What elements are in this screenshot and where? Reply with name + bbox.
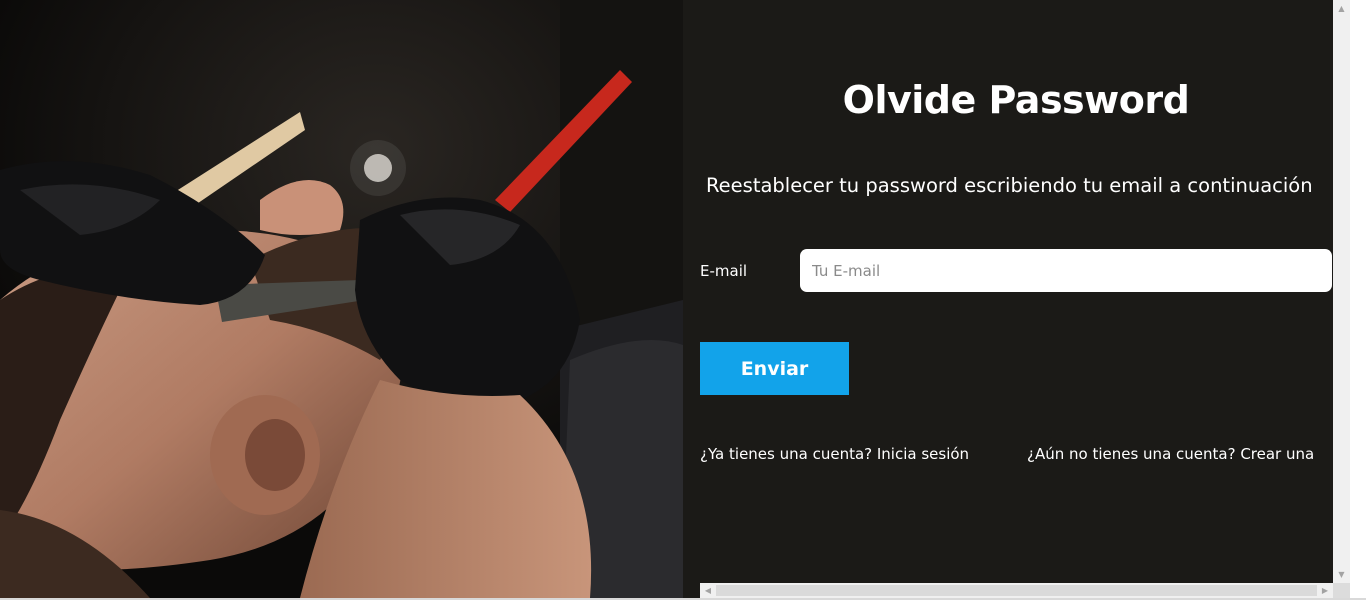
submit-button[interactable]: Enviar — [700, 342, 849, 395]
scroll-up-icon[interactable]: ▲ — [1333, 0, 1350, 17]
email-label: E-mail — [700, 262, 748, 280]
forgot-password-panel: Olvide Password Reestablecer tu password… — [683, 0, 1333, 598]
scrollbar-corner — [1333, 583, 1350, 598]
scroll-down-icon[interactable]: ▼ — [1333, 566, 1350, 583]
page-subtitle: Reestablecer tu password escribiendo tu … — [706, 174, 1313, 197]
email-input[interactable] — [800, 249, 1332, 292]
register-link[interactable]: ¿Aún no tienes una cuenta? Crear una — [1027, 445, 1314, 463]
horizontal-scrollbar[interactable]: ◀ ▶ — [700, 583, 1333, 598]
scroll-left-icon[interactable]: ◀ — [700, 583, 716, 598]
page-title: Olvide Password — [842, 78, 1190, 122]
login-link[interactable]: ¿Ya tienes una cuenta? Inicia sesión — [700, 445, 969, 463]
barber-shaving-photo — [0, 0, 683, 598]
scroll-right-icon[interactable]: ▶ — [1317, 583, 1333, 598]
hero-image — [0, 0, 683, 598]
vertical-scrollbar[interactable]: ▲ ▼ — [1333, 0, 1350, 583]
page: Olvide Password Reestablecer tu password… — [0, 0, 1366, 600]
horizontal-scrollbar-thumb[interactable] — [716, 585, 1317, 596]
